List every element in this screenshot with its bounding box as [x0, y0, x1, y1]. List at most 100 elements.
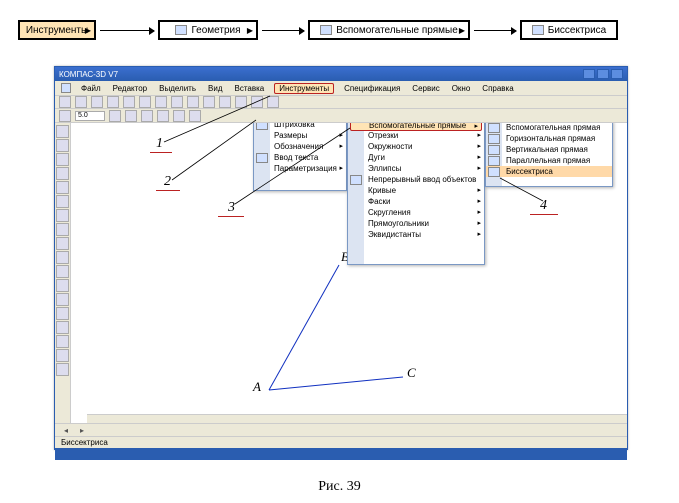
tool-vars-icon[interactable]	[251, 96, 263, 108]
close-button[interactable]	[611, 69, 623, 79]
menu-item-fillets[interactable]: Скругления▸	[348, 207, 484, 218]
line-icon	[488, 123, 500, 133]
vtool-7-icon[interactable]	[56, 209, 69, 222]
tool-d-icon[interactable]	[157, 110, 169, 122]
vtool-8-icon[interactable]	[56, 223, 69, 236]
chevron-right-icon: ▸	[477, 197, 481, 205]
chevron-right-icon: ▸	[474, 123, 478, 130]
crumb-bisector[interactable]: Биссектриса	[520, 20, 618, 40]
tool-help-icon[interactable]	[267, 96, 279, 108]
vtool-18-icon[interactable]	[56, 363, 69, 376]
tool-copy-icon[interactable]	[155, 96, 167, 108]
vtool-12-icon[interactable]	[56, 279, 69, 292]
tool-b-icon[interactable]	[125, 110, 137, 122]
minimize-button[interactable]	[583, 69, 595, 79]
tool-a-icon[interactable]	[109, 110, 121, 122]
tool-lib-icon[interactable]	[235, 96, 247, 108]
menu-item-ellipses[interactable]: Эллипсы▸	[348, 163, 484, 174]
vtool-4-icon[interactable]	[56, 167, 69, 180]
menu-item-circles[interactable]: Окружности▸	[348, 141, 484, 152]
tool-e-icon[interactable]	[173, 110, 185, 122]
chevron-right-icon: ▸	[339, 142, 343, 150]
tool-undo-icon[interactable]	[187, 96, 199, 108]
menu-file[interactable]: Файл	[79, 84, 103, 93]
vtool-17-icon[interactable]	[56, 349, 69, 362]
chevron-right-icon: ▸	[477, 219, 481, 227]
menu-item-parametrization[interactable]: Параметризация▸	[254, 163, 346, 174]
chevron-right-icon[interactable]: ▸	[77, 426, 87, 435]
tool-paste-icon[interactable]	[171, 96, 183, 108]
vline-icon	[488, 145, 500, 155]
arrow-icon	[474, 30, 516, 31]
vtool-15-icon[interactable]	[56, 321, 69, 334]
menu-item-arcs[interactable]: Дуги▸	[348, 152, 484, 163]
menu-insert[interactable]: Вставка	[233, 84, 267, 93]
hatch-icon	[256, 123, 268, 130]
vtool-10-icon[interactable]	[56, 251, 69, 264]
underline-2	[156, 190, 180, 191]
callout-4: 4	[540, 198, 547, 214]
menu-item-bisector[interactable]: Биссектриса	[486, 166, 612, 177]
bisector-icon	[488, 167, 500, 177]
menu-item-designations[interactable]: Обозначения▸	[254, 141, 346, 152]
chevron-right-icon: ▶	[247, 26, 253, 35]
horizontal-scrollbar[interactable]	[87, 414, 627, 423]
tool-save-icon[interactable]	[91, 96, 103, 108]
menu-view[interactable]: Вид	[206, 84, 224, 93]
crumb-aux-lines[interactable]: Вспомогательные прямые ▶	[308, 20, 470, 40]
toolbar-main	[55, 95, 627, 109]
vtool-9-icon[interactable]	[56, 237, 69, 250]
vertical-toolbar	[55, 123, 71, 423]
tool-preview-icon[interactable]	[123, 96, 135, 108]
menu-item-hatch[interactable]: Штриховка	[254, 123, 346, 130]
menu-editor[interactable]: Редактор	[111, 84, 149, 93]
callout-2: 2	[164, 174, 171, 190]
menu-item-equidist[interactable]: Эквидистанты▸	[348, 229, 484, 240]
vtool-6-icon[interactable]	[56, 195, 69, 208]
tool-open-icon[interactable]	[75, 96, 87, 108]
menu-item-continuous[interactable]: Непрерывный ввод объектов	[348, 174, 484, 185]
menu-item-horiz-line[interactable]: Горизонтальная прямая	[486, 133, 612, 144]
chevron-right-icon: ▸	[477, 164, 481, 172]
vtool-1-icon[interactable]	[56, 125, 69, 138]
tool-cut-icon[interactable]	[139, 96, 151, 108]
menu-item-parallel-line[interactable]: Параллельная прямая	[486, 155, 612, 166]
vtool-2-icon[interactable]	[56, 139, 69, 152]
tool-zoom-icon[interactable]	[59, 110, 71, 122]
menu-window[interactable]: Окно	[450, 84, 473, 93]
menu-spec[interactable]: Спецификация	[342, 84, 402, 93]
tool-print-icon[interactable]	[107, 96, 119, 108]
chevron-right-icon: ▸	[477, 186, 481, 194]
menu-item-aux-line[interactable]: Вспомогательная прямая	[486, 123, 612, 133]
menu-item-vert-line[interactable]: Вертикальная прямая	[486, 144, 612, 155]
menu-instruments[interactable]: Инструменты	[274, 83, 334, 94]
menu-select[interactable]: Выделить	[157, 84, 198, 93]
tool-new-icon[interactable]	[59, 96, 71, 108]
tool-c-icon[interactable]	[141, 110, 153, 122]
aux-line-icon	[320, 25, 332, 35]
crumb-instruments[interactable]: Инструменты ▶	[18, 20, 96, 40]
menu-item-dimensions[interactable]: Размеры▸	[254, 130, 346, 141]
tool-props-icon[interactable]	[219, 96, 231, 108]
menu-item-text[interactable]: Ввод текста	[254, 152, 346, 163]
menu-item-chamfers[interactable]: Фаски▸	[348, 196, 484, 207]
vtool-3-icon[interactable]	[56, 153, 69, 166]
vtool-11-icon[interactable]	[56, 265, 69, 278]
maximize-button[interactable]	[597, 69, 609, 79]
vtool-16-icon[interactable]	[56, 335, 69, 348]
zoom-input[interactable]: 5.0	[75, 111, 105, 121]
menu-item-rects[interactable]: Прямоугольники▸	[348, 218, 484, 229]
crumb-geometry[interactable]: Геометрия ▶	[158, 20, 258, 40]
tool-f-icon[interactable]	[189, 110, 201, 122]
tool-redo-icon[interactable]	[203, 96, 215, 108]
vtool-14-icon[interactable]	[56, 307, 69, 320]
menu-item-segments[interactable]: Отрезки▸	[348, 130, 484, 141]
menu-item-curves[interactable]: Кривые▸	[348, 185, 484, 196]
vtool-5-icon[interactable]	[56, 181, 69, 194]
canvas[interactable]: A B C Геометрия▸ Штриховка Размеры▸ Обоз…	[71, 123, 627, 423]
chevron-right-icon: ▸	[477, 142, 481, 150]
vtool-13-icon[interactable]	[56, 293, 69, 306]
menu-service[interactable]: Сервис	[410, 84, 441, 93]
chevron-left-icon[interactable]: ◂	[61, 426, 71, 435]
menu-help[interactable]: Справка	[480, 84, 515, 93]
